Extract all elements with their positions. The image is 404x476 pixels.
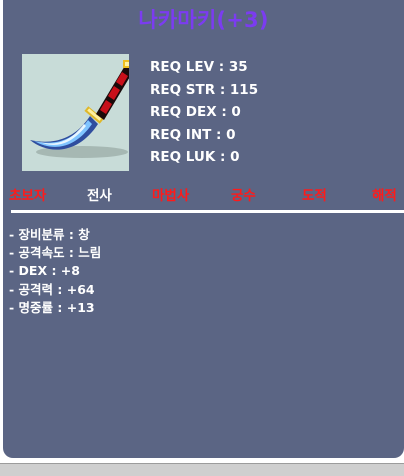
stat-attack-speed: - 공격속도 : 느림 [9, 245, 102, 261]
stats-list: - 장비분류 : 창 - 공격속도 : 느림 - DEX : +8 - 공격력 … [9, 226, 101, 317]
item-title: 나카마키(+3) [138, 8, 269, 32]
item-tooltip: 나카마키(+3) REQ LEV : 35 REQ STR : 115 REQ … [3, 0, 404, 458]
job-beginner: 초보자 [9, 188, 47, 204]
divider [11, 210, 404, 213]
bottom-strip [0, 463, 404, 476]
stat-equip-type: - 장비분류 : 창 [9, 227, 90, 242]
job-list: 초보자 전사 마법사 궁수 도적 해적 [3, 184, 404, 206]
req-luk: REQ LUK : 0 [150, 149, 240, 165]
req-level: REQ LEV : 35 [150, 59, 248, 75]
job-pirate: 해적 [372, 188, 397, 204]
stat-attack: - 공격력 : +64 [9, 281, 95, 297]
stat-dex: - DEX : +8 [9, 263, 80, 279]
job-thief: 도적 [302, 188, 327, 204]
req-str: REQ STR : 115 [150, 81, 259, 98]
item-image-box [22, 54, 129, 171]
stat-accuracy: - 명중률 : +13 [9, 299, 95, 315]
requirements-list: REQ LEV : 35 REQ STR : 115 REQ DEX : 0 R… [150, 56, 258, 169]
job-bowman: 궁수 [231, 188, 256, 204]
nakamaki-dagger-icon [30, 60, 129, 158]
req-int: REQ INT : 0 [150, 126, 236, 143]
job-warrior: 전사 [87, 188, 112, 204]
job-magician: 마법사 [152, 188, 190, 204]
req-dex: REQ DEX : 0 [150, 104, 241, 120]
